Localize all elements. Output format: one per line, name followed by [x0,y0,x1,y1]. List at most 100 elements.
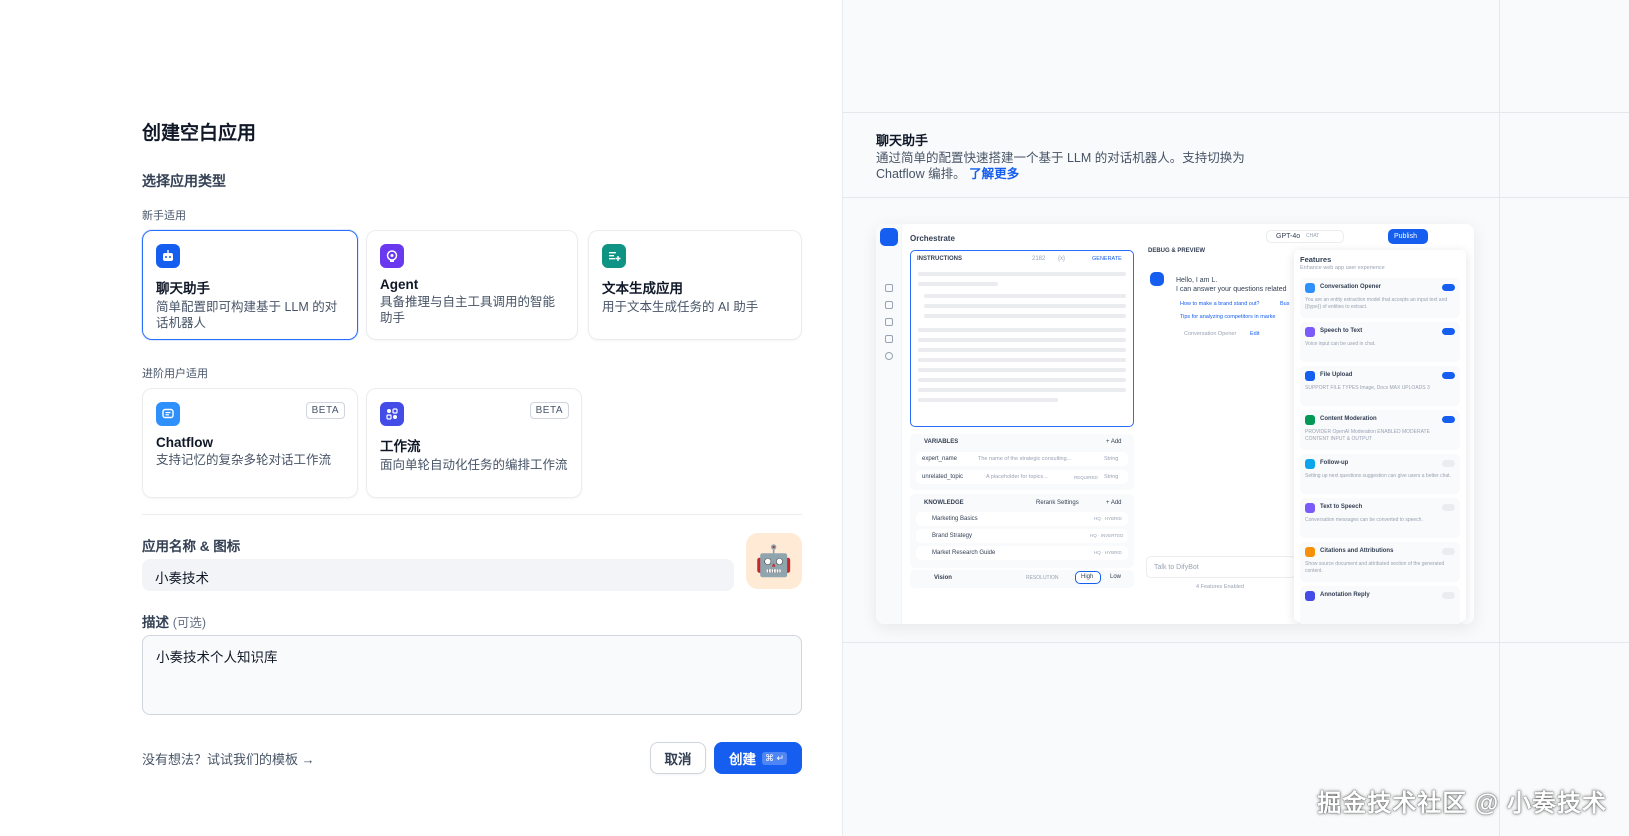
beginner-group-label: 新手适用 [142,210,186,222]
mock-feature-desc: Setting up next questions suggestion can… [1305,473,1451,479]
description-textarea[interactable]: 小奏技术个人知识库 [142,635,802,715]
mock-feature-icon [1305,327,1315,337]
mock-feature-toggle [1442,592,1455,599]
beta-badge: BETA [529,402,569,419]
name-icon-label: 应用名称 & 图标 [142,539,241,554]
mock-feature-desc: Conversation messages can be converted t… [1305,517,1423,523]
mock-orchestrate-title: Orchestrate [910,234,955,243]
mock-rerank-settings: Rerank Settings [1036,500,1079,506]
create-button[interactable]: 创建 ⌘ ↵ [714,742,802,774]
try-templates-link[interactable]: 没有想法？试试我们的模板 → [142,749,315,768]
app-type-name: Agent [380,277,419,292]
mock-variable-desc: A placeholder for topics... [986,474,1048,480]
advanced-group-label: 进阶用户适用 [142,368,208,380]
mock-publish-label: Publish [1394,233,1417,240]
mock-feature-icon [1305,415,1315,425]
mock-feature-icon [1305,371,1315,381]
mock-var-icon: {x} [1058,256,1066,262]
mock-chat-tag: CHAT [1306,233,1320,239]
mock-features-subtitle: Enhance web app user experience [1300,265,1385,271]
mock-features-count: 4 Features Enabled [1196,584,1245,590]
app-type-desc: 用于文本生成任务的 AI 助手 [602,300,759,314]
preview-desc-text: 通过简单的配置快速搭建一个基于 LLM 的对话机器人。支持切换为 Chatflo… [876,151,1245,181]
mock-feature-desc: Voice input can be used in chat. [1305,341,1376,347]
preview-panel: 聊天助手 通过简单的配置快速搭建一个基于 LLM 的对话机器人。支持切换为 Ch… [842,0,1629,836]
mock-feature-icon [1305,591,1315,601]
mock-feature-desc: Show source document and attributed sect… [1305,561,1445,574]
mock-edit-link: Edit [1250,331,1260,337]
mock-suggestion: How to make a brand stand out? [1180,301,1260,307]
mock-instructions-label: INSTRUCTIONS [917,256,962,262]
mock-variables-label: VARIABLES [924,439,959,445]
preview-description: 通过简单的配置快速搭建一个基于 LLM 的对话机器人。支持切换为 Chatflo… [876,150,1246,182]
mock-nav-icon [885,301,893,309]
mock-sidebar [876,224,902,624]
description-label: 描述 (可选) [142,611,206,631]
app-type-desc: 支持记忆的复杂多轮对话工作流 [156,453,332,467]
app-type-workflow-card[interactable]: BETA 工作流 面向单轮自动化任务的编排工作流 [366,388,582,498]
optional-hint: (可选) [172,616,207,630]
mock-feature-desc: You are an entity extraction model that … [1305,297,1448,310]
mock-feature-toggle [1442,416,1455,423]
shortcut-hint: ⌘ ↵ [761,751,788,765]
mock-generate-link: GENERATE [1092,256,1122,262]
app-type-desc: 面向单轮自动化任务的编排工作流 [380,458,568,472]
app-type-agent-card[interactable]: Agent 具备推理与自主工具调用的智能助手 [366,230,578,340]
mock-bot-logo-icon [880,228,898,246]
mock-required-tag: REQUIRED [1074,475,1098,480]
app-type-name: 工作流 [380,439,421,454]
grid-line [1499,0,1500,836]
mock-knowledge-name: Brand Strategy [932,533,973,539]
mock-variable-name: expert_name [922,456,958,462]
mock-variable-name: unrelated_topic [922,474,964,480]
mock-feature-name: Citations and Attributions [1320,548,1394,554]
mock-feature-icon [1305,283,1315,293]
mock-feature-toggle [1442,284,1455,291]
mock-knowledge-tag: HQ · HYBRID [1094,516,1122,521]
preview-title: 聊天助手 [876,133,929,148]
mock-feature-name: Annotation Reply [1320,592,1370,598]
mock-knowledge-tag: HQ · INVERTED [1090,533,1124,538]
learn-more-link[interactable]: 了解更多 [969,167,1019,181]
mock-knowledge-name: Marketing Basics [932,516,978,522]
app-type-section-label: 选择应用类型 [142,173,226,189]
mock-nav-icon [885,318,893,326]
mock-feature-name: Text to Speech [1320,504,1363,510]
mock-knowledge-name: Market Research Guide [932,550,996,556]
preview-screenshot: Orchestrate GPT-4o CHAT Publish INSTRUCT… [876,224,1474,624]
app-avatar-picker[interactable]: 🤖 [746,533,802,589]
workflow-icon [380,402,404,426]
mock-feature-desc: PROVIDER OpenAI Moderation ENABLED MODER… [1305,429,1430,442]
mock-variable-desc: The name of the strategic consulting... [978,456,1072,462]
app-type-chatflow-card[interactable]: BETA Chatflow 支持记忆的复杂多轮对话工作流 [142,388,358,498]
create-app-panel: 创建空白应用 选择应用类型 新手适用 聊天助手 简单配置即可构建基于 LLM 的… [0,0,842,836]
mock-resolution-label: RESOLUTION [1026,575,1059,581]
mock-feature-toggle [1442,372,1455,379]
mock-feature-name: Conversation Opener [1320,284,1382,290]
beta-badge: BETA [305,402,345,419]
app-type-name: 聊天助手 [156,281,210,296]
mock-text-line [918,358,1126,362]
cancel-button[interactable]: 取消 [650,742,706,774]
app-type-chatbot-card[interactable]: 聊天助手 简单配置即可构建基于 LLM 的对话机器人 [142,230,358,340]
mock-feature-name: Speech to Text [1320,328,1363,334]
create-button-label: 创建 [728,752,756,767]
app-name-input[interactable]: 小奏技术 [142,559,734,591]
mock-suggestion: Bus [1280,301,1290,307]
app-type-desc: 简单配置即可构建基于 LLM 的对话机器人 [156,300,338,330]
app-type-name: 文本生成应用 [602,281,683,296]
grid-line [843,112,1629,113]
mock-text-line [924,294,1126,298]
divider [142,514,802,515]
mock-text-line [924,314,1126,318]
mock-bot-avatar-icon [1150,272,1164,286]
app-type-name: Chatflow [156,435,213,450]
mock-char-count: 2182 [1032,256,1046,262]
mock-nav-icon [885,335,893,343]
mock-high-label: High [1081,574,1094,580]
robot-emoji-icon: 🤖 [755,544,793,578]
mock-features-title: Features [1300,255,1332,264]
mock-knowledge-tag: HQ · HYBRID [1094,550,1122,555]
mock-feature-name: Content Moderation [1320,416,1377,422]
app-type-completion-card[interactable]: 文本生成应用 用于文本生成任务的 AI 助手 [588,230,802,340]
